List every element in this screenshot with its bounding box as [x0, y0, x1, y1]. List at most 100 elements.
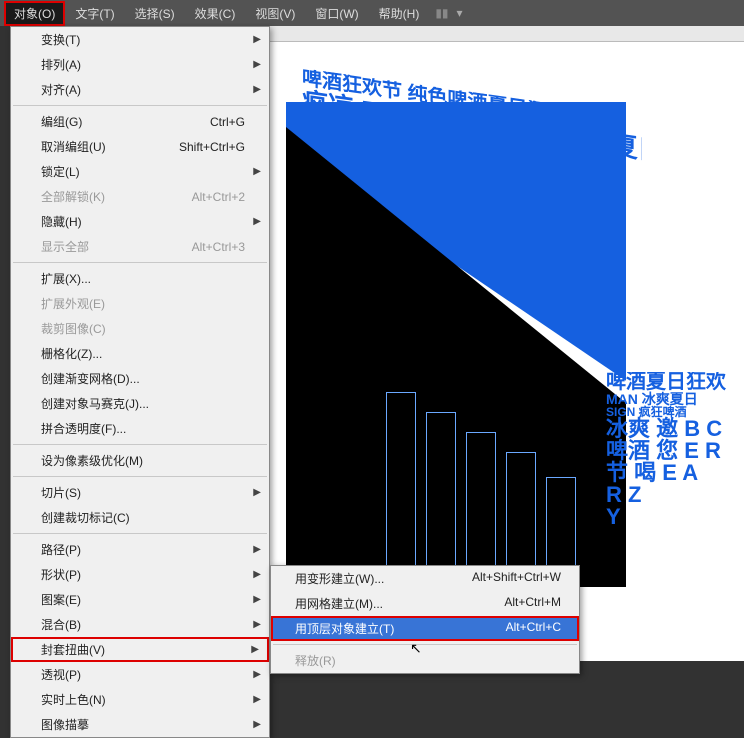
submenu-arrow-icon: ▶: [253, 59, 261, 70]
menu-item[interactable]: 隐藏(H) ▶: [11, 209, 269, 234]
menu-shortcut: Alt+Ctrl+2: [192, 190, 245, 204]
menu-shortcut: Alt+Ctrl+C: [506, 620, 561, 637]
menu-item-label: 设为像素级优化(M): [41, 452, 143, 469]
menu-item-label: 透视(P): [41, 666, 81, 683]
menu-item-label: 全部解锁(K): [41, 188, 105, 205]
menu-item-label: 编组(G): [41, 113, 82, 130]
menu-item[interactable]: 取消编组(U) Shift+Ctrl+G: [11, 134, 269, 159]
submenu-arrow-icon: ▶: [253, 166, 261, 177]
menu-item[interactable]: 对齐(A) ▶: [11, 77, 269, 102]
menu-item-label: 用变形建立(W)...: [295, 570, 384, 587]
menu-separator: [13, 105, 267, 106]
menu-item-label: 创建裁切标记(C): [41, 509, 130, 526]
menu-item-label: 对齐(A): [41, 81, 81, 98]
menu-separator: [13, 533, 267, 534]
menu-item[interactable]: 扩展(X)...: [11, 266, 269, 291]
menu-separator: [273, 644, 577, 645]
menu-shortcut: Shift+Ctrl+G: [179, 140, 245, 154]
menu-item[interactable]: 切片(S) ▶: [11, 480, 269, 505]
menu-item-label: 扩展外观(E): [41, 295, 105, 312]
submenu-arrow-icon: ▶: [253, 84, 261, 95]
menu-shortcut: Ctrl+G: [210, 115, 245, 129]
object-menu-dropdown: 变换(T) ▶ 排列(A) ▶ 对齐(A) ▶ 编组(G) Ctrl+G 取消编组(U) Shif…: [10, 26, 270, 738]
menu-shortcut: Alt+Ctrl+3: [192, 240, 245, 254]
menu-item[interactable]: 形状(P) ▶: [11, 562, 269, 587]
menubar: 对象(O) 文字(T) 选择(S) 效果(C) 视图(V) 窗口(W) 帮助(H…: [0, 0, 744, 26]
menu-select[interactable]: 选择(S): [125, 1, 185, 26]
menu-item-label: 取消编组(U): [41, 138, 106, 155]
menu-item-label: 创建对象马赛克(J)...: [41, 395, 149, 412]
menu-item: 裁剪图像(C): [11, 316, 269, 341]
menu-effect[interactable]: 效果(C): [185, 1, 246, 26]
menu-item-label: 隐藏(H): [41, 213, 82, 230]
menu-shortcut: Alt+Ctrl+M: [504, 595, 561, 612]
submenu-arrow-icon: ▶: [253, 619, 261, 630]
menu-item-label: 实时上色(N): [41, 691, 106, 708]
menu-item-label: 创建渐变网格(D)...: [41, 370, 140, 387]
submenu-item[interactable]: 用变形建立(W)... Alt+Shift+Ctrl+W: [271, 566, 579, 591]
menu-text[interactable]: 文字(T): [65, 1, 124, 26]
menu-item[interactable]: 实时上色(N) ▶: [11, 687, 269, 712]
menu-item[interactable]: 封套扭曲(V) ▶: [11, 637, 269, 662]
chevron-down-icon[interactable]: ▾: [457, 6, 463, 20]
ruler-horizontal: [270, 26, 744, 42]
menu-item[interactable]: 变换(T) ▶: [11, 27, 269, 52]
menu-item[interactable]: 创建裁切标记(C): [11, 505, 269, 530]
menu-item[interactable]: 图案(E) ▶: [11, 587, 269, 612]
menu-item: 全部解锁(K) Alt+Ctrl+2: [11, 184, 269, 209]
menu-view[interactable]: 视图(V): [245, 1, 305, 26]
submenu-arrow-icon: ▶: [253, 694, 261, 705]
menu-item[interactable]: 设为像素级优化(M): [11, 448, 269, 473]
menu-item-label: 锁定(L): [41, 163, 80, 180]
menu-item[interactable]: 创建渐变网格(D)...: [11, 366, 269, 391]
menu-separator: [13, 476, 267, 477]
menu-item-label: 形状(P): [41, 566, 81, 583]
submenu-arrow-icon: ▶: [253, 594, 261, 605]
menu-item[interactable]: 混合(B) ▶: [11, 612, 269, 637]
menu-item[interactable]: 拼合透明度(F)...: [11, 416, 269, 441]
submenu-arrow-icon: ▶: [253, 544, 261, 555]
menu-item-label: 用顶层对象建立(T): [295, 620, 394, 637]
menu-item-label: 排列(A): [41, 56, 81, 73]
menu-shortcut: Alt+Shift+Ctrl+W: [472, 570, 561, 587]
menu-item-label: 切片(S): [41, 484, 81, 501]
menu-item[interactable]: 创建对象马赛克(J)...: [11, 391, 269, 416]
menu-item[interactable]: 透视(P) ▶: [11, 662, 269, 687]
menu-item-label: 混合(B): [41, 616, 81, 633]
menu-item-label: 拼合透明度(F)...: [41, 420, 126, 437]
menu-item[interactable]: 编组(G) Ctrl+G: [11, 109, 269, 134]
menu-help[interactable]: 帮助(H): [369, 1, 430, 26]
submenu-item[interactable]: 用顶层对象建立(T) Alt+Ctrl+C: [271, 616, 579, 641]
menu-item-label: 栅格化(Z)...: [41, 345, 102, 362]
submenu-arrow-icon: ▶: [253, 487, 261, 498]
menu-item[interactable]: 排列(A) ▶: [11, 52, 269, 77]
menu-separator: [13, 262, 267, 263]
menu-window[interactable]: 窗口(W): [305, 1, 368, 26]
menu-item-label: 图案(E): [41, 591, 81, 608]
submenu-arrow-icon: ▶: [253, 569, 261, 580]
menu-item-label: 扩展(X)...: [41, 270, 91, 287]
menu-item[interactable]: 栅格化(Z)...: [11, 341, 269, 366]
mouse-cursor-icon: ↖: [410, 640, 422, 657]
submenu-arrow-icon: ▶: [253, 669, 261, 680]
menu-item: 扩展外观(E): [11, 291, 269, 316]
envelope-distort-submenu: 用变形建立(W)... Alt+Shift+Ctrl+W 用网格建立(M)...Al…: [270, 565, 580, 674]
menu-item-label: 裁剪图像(C): [41, 320, 106, 337]
menu-object[interactable]: 对象(O): [4, 1, 65, 26]
menu-item-label: 显示全部: [41, 238, 89, 255]
menu-item[interactable]: 图像描摹 ▶: [11, 712, 269, 737]
submenu-arrow-icon: ▶: [253, 719, 261, 730]
separator: ▮▮: [435, 6, 448, 20]
submenu-arrow-icon: ▶: [253, 34, 261, 45]
menu-item-label: 图像描摹: [41, 716, 89, 733]
menu-item: 显示全部 Alt+Ctrl+3: [11, 234, 269, 259]
menu-separator: [13, 444, 267, 445]
submenu-arrow-icon: ▶: [253, 216, 261, 227]
menu-item-label: 封套扭曲(V): [41, 641, 105, 658]
menu-item[interactable]: 路径(P) ▶: [11, 537, 269, 562]
menu-item-label: 变换(T): [41, 31, 80, 48]
submenu-item[interactable]: 用网格建立(M)...Alt+Ctrl+M: [271, 591, 579, 616]
menu-item-label: 路径(P): [41, 541, 81, 558]
submenu-arrow-icon: ▶: [251, 644, 259, 655]
menu-item[interactable]: 锁定(L) ▶: [11, 159, 269, 184]
